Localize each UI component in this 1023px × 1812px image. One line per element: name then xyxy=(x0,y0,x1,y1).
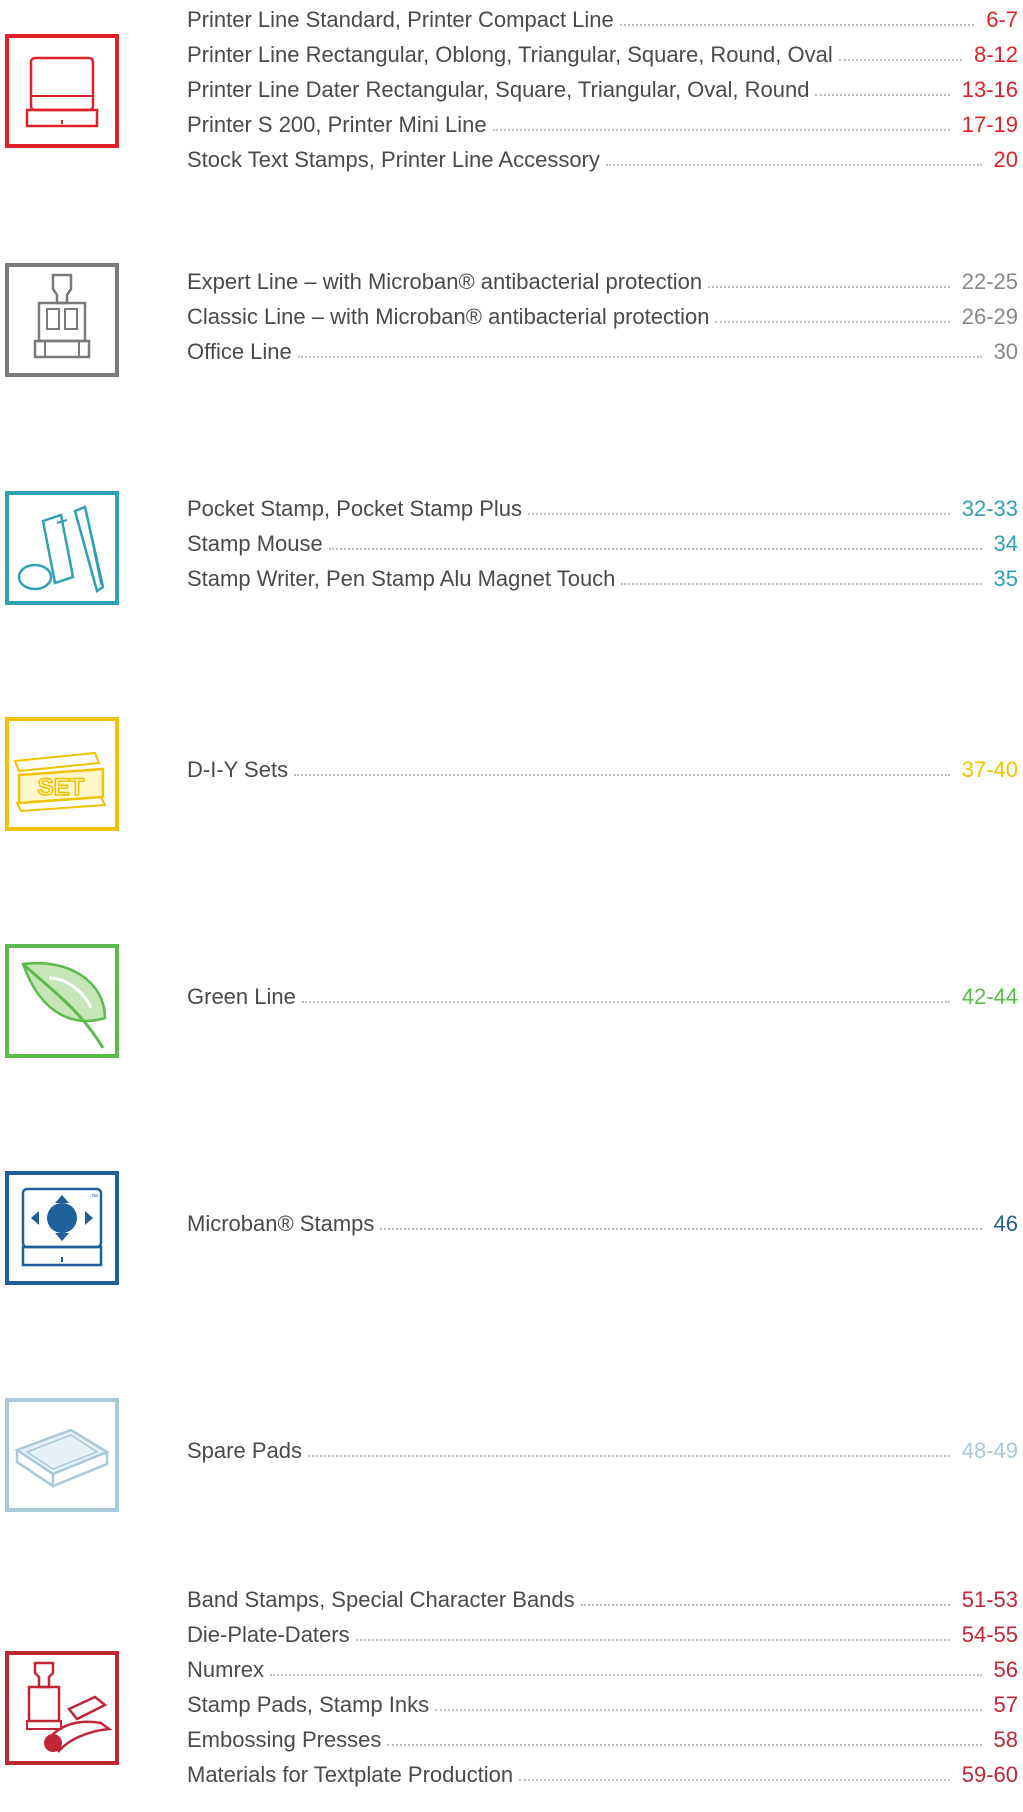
entry-title: Printer Line Dater Rectangular, Square, … xyxy=(187,77,810,102)
entry-pages: 26-29 xyxy=(961,304,1018,329)
toc-entry[interactable]: Classic Line – with Microban® antibacter… xyxy=(187,297,1018,337)
entry-pages: 22-25 xyxy=(961,269,1018,294)
dot-leader xyxy=(307,1455,950,1457)
entry-pages: 42-44 xyxy=(961,984,1018,1009)
entry-title: Office Line xyxy=(187,339,292,364)
entry-pages: 6-7 xyxy=(986,7,1018,32)
entry-title: Printer Line Rectangular, Oblong, Triang… xyxy=(187,42,833,67)
entry-pages: 17-19 xyxy=(961,112,1018,137)
microban-stamp-icon: ™ xyxy=(5,1171,119,1285)
toc-entry[interactable]: Band Stamps, Special Character Bands 51-… xyxy=(187,1580,1018,1620)
entry-pages: 8-12 xyxy=(973,42,1018,67)
entry-pages: 46 xyxy=(993,1211,1018,1236)
dot-leader xyxy=(435,1709,982,1711)
toc-entry[interactable]: D-I-Y Sets 37-40 xyxy=(187,750,1018,790)
entry-title: Microban® Stamps xyxy=(187,1211,375,1236)
dot-leader xyxy=(492,129,950,131)
diy-set-icon: SET xyxy=(5,717,119,831)
entry-title: Materials for Textplate Production xyxy=(187,1762,514,1787)
dot-leader xyxy=(270,1674,982,1676)
dot-leader xyxy=(387,1744,982,1746)
dot-leader xyxy=(715,321,950,323)
entry-title: Die-Plate-Daters xyxy=(187,1622,350,1647)
entry-pages: 57 xyxy=(993,1692,1018,1717)
entry-pages: 51-53 xyxy=(961,1587,1018,1612)
dot-leader xyxy=(815,94,950,96)
entry-title: Numrex xyxy=(187,1657,265,1682)
entry-pages: 30 xyxy=(993,339,1018,364)
toc-entry[interactable]: Stamp Mouse 34 xyxy=(187,524,1018,564)
toc-entry[interactable]: Microban® Stamps 46 xyxy=(187,1204,1018,1244)
dot-leader xyxy=(580,1604,950,1606)
entry-title: Green Line xyxy=(187,984,296,1009)
toc-entry[interactable]: Stamp Pads, Stamp Inks 57 xyxy=(187,1685,1018,1725)
entry-pages: 54-55 xyxy=(961,1622,1018,1647)
dot-leader xyxy=(519,1779,950,1781)
entry-title: Band Stamps, Special Character Bands xyxy=(187,1587,575,1612)
pocket-stamp-icon xyxy=(5,491,119,605)
toc-entry[interactable]: Die-Plate-Daters 54-55 xyxy=(187,1615,1018,1655)
heavy-duty-stamp-icon xyxy=(5,263,119,377)
toc-entry[interactable]: Printer S 200, Printer Mini Line 17-19 xyxy=(187,105,1018,145)
trademark-mark: ™ xyxy=(91,1194,98,1201)
dot-leader xyxy=(328,548,982,550)
entry-pages: 37-40 xyxy=(961,757,1018,782)
entry-title: Spare Pads xyxy=(187,1438,302,1463)
entry-title: Expert Line – with Microban® antibacteri… xyxy=(187,269,703,294)
toc-entry[interactable]: Pocket Stamp, Pocket Stamp Plus 32-33 xyxy=(187,489,1018,529)
self-inking-stamp-icon xyxy=(5,34,119,148)
dot-leader xyxy=(621,583,982,585)
toc-entry[interactable]: Office Line 30 xyxy=(187,332,1018,372)
entry-title: Printer Line Standard, Printer Compact L… xyxy=(187,7,614,32)
entry-title: Stamp Mouse xyxy=(187,531,323,556)
toc-entry[interactable]: Stock Text Stamps, Printer Line Accessor… xyxy=(187,140,1018,180)
set-label: SET xyxy=(38,774,85,801)
toc-entry[interactable]: Printer Line Dater Rectangular, Square, … xyxy=(187,70,1018,110)
dot-leader xyxy=(294,774,950,776)
entry-title: Stamp Pads, Stamp Inks xyxy=(187,1692,430,1717)
dot-leader xyxy=(355,1639,950,1641)
dot-leader xyxy=(301,1001,950,1003)
entry-pages: 56 xyxy=(993,1657,1018,1682)
dot-leader xyxy=(297,356,982,358)
toc-entry[interactable]: Printer Line Standard, Printer Compact L… xyxy=(187,0,1018,40)
toc-entry[interactable]: Embossing Presses 58 xyxy=(187,1720,1018,1760)
entry-pages: 48-49 xyxy=(961,1438,1018,1463)
dot-leader xyxy=(380,1228,982,1230)
leaf-icon xyxy=(5,944,119,1058)
entry-pages: 20 xyxy=(993,147,1018,172)
toc-entry[interactable]: Printer Line Rectangular, Oblong, Triang… xyxy=(187,35,1018,75)
entry-pages: 13-16 xyxy=(961,77,1018,102)
toc-entry[interactable]: Stamp Writer, Pen Stamp Alu Magnet Touch… xyxy=(187,559,1018,599)
entry-title: Classic Line – with Microban® antibacter… xyxy=(187,304,710,329)
entry-title: Stock Text Stamps, Printer Line Accessor… xyxy=(187,147,600,172)
entry-pages: 58 xyxy=(993,1727,1018,1752)
dot-leader xyxy=(619,24,975,26)
dot-leader xyxy=(605,164,982,166)
entry-pages: 34 xyxy=(993,531,1018,556)
entry-title: Printer S 200, Printer Mini Line xyxy=(187,112,487,137)
embossing-press-icon xyxy=(5,1651,119,1765)
toc-entry[interactable]: Spare Pads 48-49 xyxy=(187,1431,1018,1471)
toc-entry[interactable]: Expert Line – with Microban® antibacteri… xyxy=(187,262,1018,302)
entry-pages: 35 xyxy=(993,566,1018,591)
entry-title: Stamp Writer, Pen Stamp Alu Magnet Touch xyxy=(187,566,616,591)
toc-entry[interactable]: Materials for Textplate Production 59-60 xyxy=(187,1755,1018,1795)
entry-pages: 59-60 xyxy=(961,1762,1018,1787)
dot-leader xyxy=(708,286,950,288)
toc-entry[interactable]: Green Line 42-44 xyxy=(187,977,1018,1017)
dot-leader xyxy=(528,513,950,515)
entry-pages: 32-33 xyxy=(961,496,1018,521)
entry-title: D-I-Y Sets xyxy=(187,757,289,782)
spare-pad-icon xyxy=(5,1398,119,1512)
entry-title: Pocket Stamp, Pocket Stamp Plus xyxy=(187,496,523,521)
entry-title: Embossing Presses xyxy=(187,1727,382,1752)
dot-leader xyxy=(838,59,962,61)
toc-entry[interactable]: Numrex 56 xyxy=(187,1650,1018,1690)
